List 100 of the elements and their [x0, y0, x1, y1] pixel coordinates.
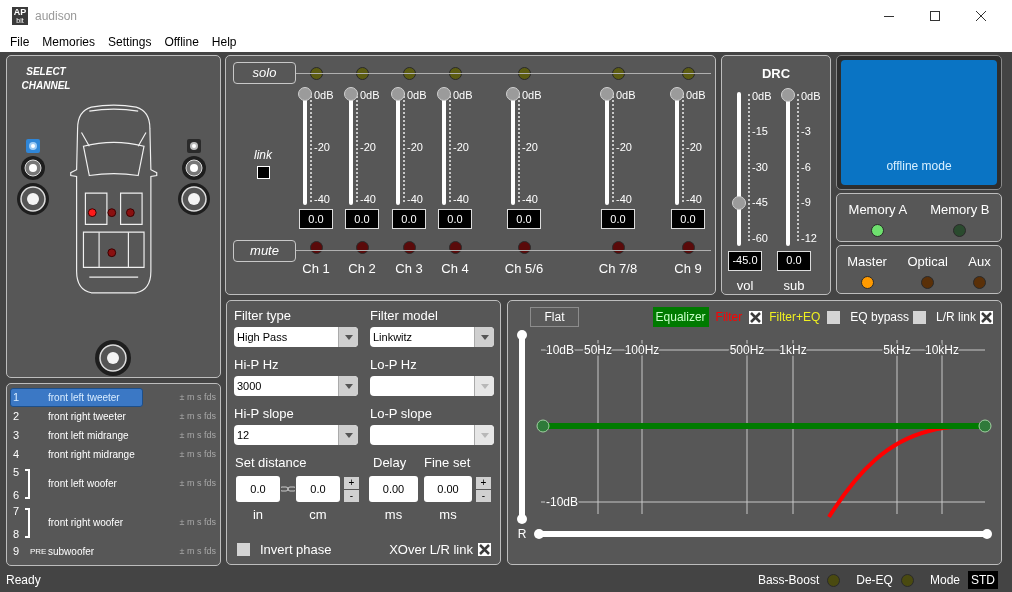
- close-icon[interactable]: [976, 11, 986, 21]
- scale-label: -60: [752, 232, 769, 244]
- fader-thumb[interactable]: [391, 87, 405, 101]
- curve-checkbox[interactable]: [827, 310, 841, 324]
- decrement-button[interactable]: -: [476, 489, 491, 502]
- channel-row[interactable]: 1 front left tweeter: [10, 388, 143, 407]
- option-checkbox[interactable]: [913, 310, 926, 324]
- fader-thumb[interactable]: [670, 87, 684, 101]
- field-label: Filter model: [370, 308, 439, 324]
- option-checkbox[interactable]: [980, 310, 993, 324]
- decrement-button[interactable]: -: [344, 489, 359, 502]
- field-label: Hi-P slope: [234, 406, 295, 422]
- axis-label: 5kHz: [883, 343, 911, 357]
- range-slider[interactable]: [517, 330, 527, 524]
- fader-thumb[interactable]: [344, 87, 358, 101]
- scale-label: -45: [752, 197, 769, 208]
- value-field[interactable]: 0.0: [671, 209, 705, 229]
- channel-row[interactable]: 2 front right tweeter: [10, 407, 143, 426]
- fader-thumb[interactable]: [437, 87, 451, 101]
- flat-button[interactable]: Flat: [530, 307, 579, 327]
- value-field[interactable]: 0.0: [507, 209, 541, 229]
- increment-button[interactable]: +: [476, 476, 491, 489]
- fader[interactable]: [391, 87, 405, 205]
- fader[interactable]: [344, 87, 358, 205]
- speaker-dot[interactable]: [125, 208, 135, 218]
- menu-item[interactable]: Settings: [108, 33, 152, 51]
- channel-label: Ch 5/6: [504, 260, 544, 278]
- menu-item[interactable]: Offline: [164, 33, 199, 51]
- fader[interactable]: [506, 87, 520, 205]
- slider-thumb[interactable]: [982, 529, 992, 539]
- channel-row[interactable]: 9 PRE subwoofer: [10, 542, 143, 561]
- distance-field[interactable]: 0.0: [236, 476, 280, 502]
- invert-phase-checkbox[interactable]: [237, 542, 250, 556]
- fader-thumb[interactable]: [781, 87, 795, 102]
- balance-slider[interactable]: [534, 529, 992, 539]
- dropdown[interactable]: 3000: [234, 376, 358, 396]
- fader-thumb[interactable]: [732, 195, 746, 210]
- fader[interactable]: [298, 87, 312, 205]
- value-field[interactable]: 0.0: [299, 209, 333, 229]
- axis-label: 500Hz: [729, 343, 765, 357]
- tweeter-icon[interactable]: [186, 139, 201, 153]
- value-field[interactable]: 0.0: [345, 209, 379, 229]
- dropdown[interactable]: High Pass: [234, 327, 358, 347]
- speaker-icon[interactable]: [181, 156, 206, 180]
- dropdown[interactable]: Linkwitz: [370, 327, 494, 347]
- scale-label: 0dB: [314, 90, 334, 101]
- scale-label: -15: [752, 126, 769, 137]
- fader[interactable]: [437, 87, 451, 205]
- speaker-dot[interactable]: [87, 208, 97, 218]
- curve-tab[interactable]: Filter+EQ: [766, 307, 824, 327]
- fader-thumb[interactable]: [506, 87, 520, 101]
- speaker-icon[interactable]: [177, 183, 210, 215]
- menu-item[interactable]: Memories: [42, 33, 96, 51]
- scale-label: -12: [801, 232, 818, 244]
- menu-item[interactable]: File: [10, 33, 30, 51]
- scale-label: -3: [801, 126, 812, 137]
- channel-row[interactable]: 7 8 front right woofer: [10, 503, 143, 542]
- increment-button[interactable]: +: [344, 476, 359, 489]
- channel-row[interactable]: 4 front right midrange: [10, 445, 143, 464]
- solo-button[interactable]: solo: [233, 62, 296, 84]
- speaker-dot[interactable]: [107, 248, 116, 258]
- speaker-icon[interactable]: [17, 183, 50, 215]
- value-field[interactable]: 0.0: [601, 209, 635, 229]
- value-field[interactable]: 0.0: [438, 209, 472, 229]
- distance-field[interactable]: 0.0: [296, 476, 340, 502]
- delay-field[interactable]: 0.00: [369, 476, 418, 502]
- subwoofer-icon[interactable]: [94, 340, 131, 376]
- channel-label: Ch 1: [302, 260, 330, 278]
- fine-delay-field[interactable]: 0.00: [424, 476, 472, 502]
- fader-thumb[interactable]: [600, 87, 614, 101]
- axis-label: 10kHz: [925, 343, 959, 357]
- scale-label: -40: [407, 194, 424, 205]
- scale-label: -30: [752, 161, 769, 173]
- fader[interactable]: [781, 87, 795, 246]
- checkbox-label: XOver L/R link: [389, 540, 473, 559]
- curve-checkbox[interactable]: [749, 310, 763, 324]
- speaker-dot[interactable]: [107, 208, 116, 218]
- chain-link-icon[interactable]: [281, 485, 295, 493]
- curve-tab[interactable]: Equalizer: [652, 307, 709, 327]
- value-field[interactable]: 0.0: [392, 209, 426, 229]
- link-checkbox[interactable]: [256, 166, 270, 179]
- fader-thumb[interactable]: [298, 87, 312, 101]
- xover-link-checkbox[interactable]: [478, 542, 491, 556]
- slider-thumb[interactable]: [517, 330, 527, 340]
- field-label: Set distance: [235, 455, 308, 471]
- speaker-icon[interactable]: [21, 156, 46, 180]
- value-field[interactable]: -45.0: [728, 250, 762, 271]
- channel-row[interactable]: 5 6 front left woofer: [10, 464, 143, 503]
- fader[interactable]: [670, 87, 684, 205]
- fader[interactable]: [600, 87, 614, 205]
- logo-text: AP: [13, 8, 27, 17]
- caret-icon: [480, 334, 489, 340]
- value-field[interactable]: 0.0: [777, 250, 811, 271]
- channel-row[interactable]: 3 front left midrange: [10, 426, 143, 445]
- channel-flags: ± m s fds: [179, 476, 216, 490]
- maximize-icon[interactable]: [930, 11, 940, 21]
- tweeter-icon[interactable]: [26, 139, 41, 153]
- mute-button[interactable]: mute: [233, 240, 296, 262]
- menu-item[interactable]: Help: [211, 33, 237, 51]
- dropdown[interactable]: 12: [234, 425, 358, 445]
